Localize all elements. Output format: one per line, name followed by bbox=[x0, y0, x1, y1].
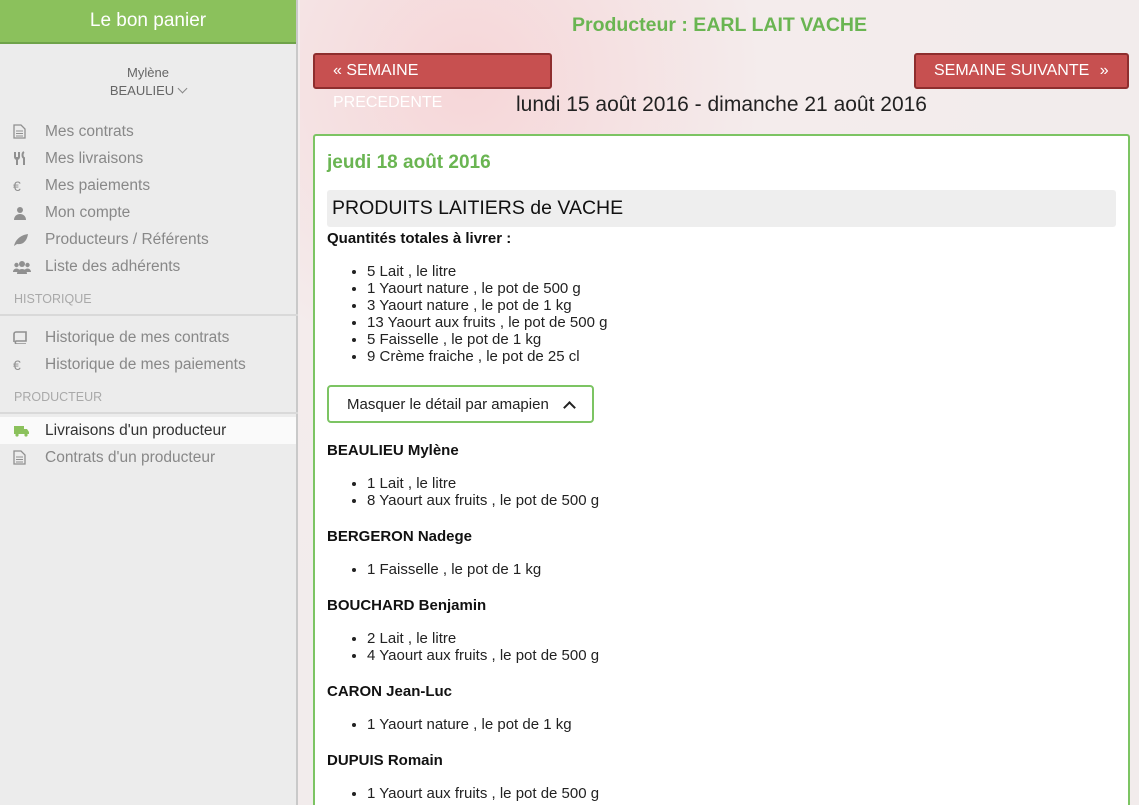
chevron-up-icon bbox=[562, 400, 576, 414]
nav-label: Producteurs / Référents bbox=[45, 230, 209, 248]
cutlery-icon bbox=[13, 151, 45, 166]
list-item: 13 Yaourt aux fruits , le pot de 500 g bbox=[367, 314, 1116, 331]
member-items: 2 Lait , le litre 4 Yaourt aux fruits , … bbox=[327, 630, 1116, 664]
toggle-detail-label: Masquer le détail par amapien bbox=[347, 395, 549, 413]
user-icon bbox=[13, 206, 45, 220]
member-items: 1 Yaourt aux fruits , le pot de 500 g bbox=[327, 785, 1116, 802]
main-content: Producteur : EARL LAIT VACHE « SEMAINE P… bbox=[300, 0, 1139, 805]
list-item: 1 Lait , le litre bbox=[367, 475, 1116, 492]
list-item: 5 Faisselle , le pot de 1 kg bbox=[367, 331, 1116, 348]
user-first-name: Mylène bbox=[127, 65, 169, 80]
nav-label: Mes paiements bbox=[45, 176, 151, 194]
nav-label: Contrats d'un producteur bbox=[45, 448, 216, 466]
nav-producteurs-referents[interactable]: Producteurs / Référents bbox=[0, 226, 296, 253]
member-name: DUPUIS Romain bbox=[327, 752, 443, 769]
sidebar: Le bon panier Mylène BEAULIEU Mes contra… bbox=[0, 0, 298, 805]
totals-label: Quantités totales à livrer : bbox=[327, 230, 512, 247]
next-week-button[interactable]: SEMAINE SUIVANTE » bbox=[914, 53, 1129, 89]
week-range: lundi 15 août 2016 - dimanche 21 août 20… bbox=[516, 93, 927, 116]
double-chevron-right-icon: » bbox=[1099, 62, 1109, 79]
nav-mes-contrats[interactable]: Mes contrats bbox=[0, 118, 296, 145]
users-icon bbox=[13, 260, 45, 274]
list-item: 9 Crème fraiche , le pot de 25 cl bbox=[367, 348, 1116, 365]
list-item: 1 Yaourt nature , le pot de 1 kg bbox=[367, 716, 1116, 733]
member-name: BOUCHARD Benjamin bbox=[327, 597, 487, 614]
nav-label: Livraisons d'un producteur bbox=[45, 421, 227, 439]
member-name: CARON Jean-Luc bbox=[327, 683, 453, 700]
euro-icon: € bbox=[13, 177, 21, 194]
nav-label: Mes contrats bbox=[45, 122, 134, 140]
member-items: 1 Lait , le litre 8 Yaourt aux fruits , … bbox=[327, 475, 1116, 509]
delivery-panel: jeudi 18 août 2016 PRODUITS LAITIERS de … bbox=[313, 134, 1130, 805]
nav-historique-contrats[interactable]: Historique de mes contrats bbox=[0, 324, 296, 351]
delivery-date: jeudi 18 août 2016 bbox=[327, 152, 491, 173]
nav-liste-adherents[interactable]: Liste des adhérents bbox=[0, 253, 296, 280]
nav-mon-compte[interactable]: Mon compte bbox=[0, 199, 296, 226]
list-item: 8 Yaourt aux fruits , le pot de 500 g bbox=[367, 492, 1116, 509]
user-dropdown[interactable]: BEAULIEU bbox=[0, 82, 296, 100]
nav-mes-livraisons[interactable]: Mes livraisons bbox=[0, 145, 296, 172]
toggle-detail-button[interactable]: Masquer le détail par amapien bbox=[327, 385, 594, 423]
user-last-name: BEAULIEU bbox=[109, 83, 175, 98]
nav-livraisons-producteur[interactable]: Livraisons d'un producteur bbox=[0, 417, 296, 444]
nav-mes-paiements[interactable]: € Mes paiements bbox=[0, 172, 296, 199]
member-name: BERGERON Nadege bbox=[327, 528, 473, 545]
main-nav: Mes contrats Mes livraisons € Mes paieme… bbox=[0, 118, 296, 280]
file-icon bbox=[13, 450, 45, 465]
section-producteur: PRODUCTEUR bbox=[0, 390, 298, 414]
list-item: 4 Yaourt aux fruits , le pot de 500 g bbox=[367, 647, 1116, 664]
user-menu[interactable]: Mylène BEAULIEU bbox=[0, 64, 296, 100]
nav-label: Mon compte bbox=[45, 203, 131, 221]
leaf-icon bbox=[13, 233, 45, 247]
truck-icon bbox=[13, 425, 45, 437]
member-name: BEAULIEU Mylène bbox=[327, 442, 459, 459]
book-icon bbox=[13, 331, 45, 344]
list-item: 3 Yaourt nature , le pot de 1 kg bbox=[367, 297, 1116, 314]
nav-historique-paiements[interactable]: € Historique de mes paiements bbox=[0, 351, 296, 378]
previous-week-button[interactable]: « SEMAINE PRECEDENTE bbox=[313, 53, 552, 111]
double-chevron-left-icon: « bbox=[333, 62, 342, 79]
member-items: 1 Yaourt nature , le pot de 1 kg bbox=[327, 716, 1116, 733]
page-title: Producteur : EARL LAIT VACHE bbox=[571, 14, 868, 36]
product-title: PRODUITS LAITIERS de VACHE bbox=[327, 190, 1116, 227]
list-item: 1 Faisselle , le pot de 1 kg bbox=[367, 561, 1116, 578]
list-item: 1 Yaourt nature , le pot de 500 g bbox=[367, 280, 1116, 297]
next-week-label: SEMAINE SUIVANTE bbox=[934, 62, 1090, 79]
section-historique: HISTORIQUE bbox=[0, 292, 298, 316]
member-items: 1 Faisselle , le pot de 1 kg bbox=[327, 561, 1116, 578]
list-item: 2 Lait , le litre bbox=[367, 630, 1116, 647]
euro-icon: € bbox=[13, 356, 21, 373]
list-item: 5 Lait , le litre bbox=[367, 263, 1116, 280]
totals-list: 5 Lait , le litre 1 Yaourt nature , le p… bbox=[327, 263, 1116, 365]
nav-label: Liste des adhérents bbox=[45, 257, 181, 275]
nav-label: Mes livraisons bbox=[45, 149, 144, 167]
file-icon bbox=[13, 124, 45, 139]
chevron-down-icon bbox=[177, 83, 188, 94]
nav-contrats-producteur[interactable]: Contrats d'un producteur bbox=[0, 444, 296, 471]
nav-label: Historique de mes contrats bbox=[45, 328, 230, 346]
list-item: 1 Yaourt aux fruits , le pot de 500 g bbox=[367, 785, 1116, 802]
nav-label: Historique de mes paiements bbox=[45, 355, 246, 373]
brand-title[interactable]: Le bon panier bbox=[0, 0, 296, 44]
